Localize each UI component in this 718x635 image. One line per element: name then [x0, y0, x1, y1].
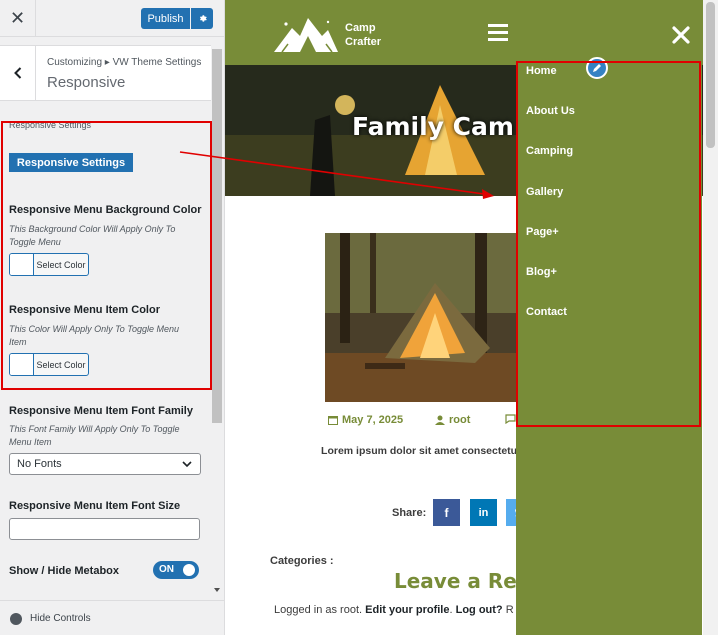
customizer-topbar: ✕ Publish: [0, 0, 224, 37]
toggle-knob: [183, 564, 195, 576]
close-icon: ✕: [9, 8, 26, 28]
close-customizer-button[interactable]: ✕: [0, 0, 36, 37]
menu-item-gallery[interactable]: Gallery: [526, 186, 563, 198]
font-size-input[interactable]: [9, 518, 200, 540]
font-family-selected-value: No Fonts: [17, 458, 62, 470]
color-swatch: [10, 354, 34, 375]
linkedin-icon: in: [478, 506, 489, 519]
edit-shortcut-button[interactable]: [586, 57, 608, 79]
facebook-share-button[interactable]: f: [433, 499, 460, 526]
sidebar-scrollbar[interactable]: [211, 45, 223, 600]
metabox-label: Show / Hide Metabox: [9, 565, 120, 577]
section-title: Responsive: [47, 74, 126, 91]
color-swatch: [10, 254, 34, 275]
collapse-icon[interactable]: [10, 613, 22, 625]
font-size-label: Responsive Menu Item Font Size: [9, 500, 181, 512]
close-menu-icon[interactable]: [672, 26, 690, 44]
section-header: Customizing ▸ VW Theme Settings Responsi…: [0, 45, 212, 101]
menu-item-camping[interactable]: Camping: [526, 145, 573, 157]
item-color-label: Responsive Menu Item Color: [9, 304, 160, 316]
chevron-down-icon: [182, 461, 192, 468]
publish-settings-button[interactable]: [191, 8, 213, 29]
post-comments[interactable]: [505, 414, 516, 424]
bg-color-label: Responsive Menu Background Color: [9, 204, 202, 216]
menu-item-about-us[interactable]: About Us: [526, 105, 575, 117]
toggle-state: ON: [159, 564, 174, 575]
post-date-text: May 7, 2025: [342, 414, 404, 426]
tent-photo: [325, 233, 517, 402]
categories-label: Categories :: [270, 555, 334, 567]
edit-profile-link[interactable]: Edit your profile: [365, 604, 449, 616]
customizer-sidebar: ✕ Publish Customizing ▸ VW Theme Setting…: [0, 0, 225, 635]
bg-color-picker-button[interactable]: Select Color: [9, 253, 89, 276]
menu-item-home[interactable]: Home: [526, 65, 557, 77]
font-family-select[interactable]: No Fonts: [9, 453, 201, 475]
facebook-icon: f: [444, 505, 449, 520]
hamburger-menu-icon[interactable]: [488, 24, 508, 41]
menu-item-blog[interactable]: Blog+: [526, 266, 557, 278]
breadcrumb: Customizing ▸ VW Theme Settings: [47, 57, 202, 68]
site-title[interactable]: Camp Crafter: [345, 21, 381, 49]
share-label: Share:: [392, 507, 427, 519]
preview-scrollbar[interactable]: [703, 0, 718, 635]
comment-icon: [505, 414, 516, 424]
group-label: Responsive Settings: [9, 120, 92, 130]
font-family-description: This Font Family Will Apply Only To Togg…: [9, 424, 180, 447]
post-author-text: root: [449, 414, 471, 426]
select-color-label: Select Color: [36, 359, 86, 370]
pencil-icon: [593, 64, 601, 72]
gear-icon: [199, 15, 207, 22]
site-title-line1: Camp: [345, 22, 376, 34]
publish-button[interactable]: Publish: [141, 8, 190, 29]
calendar-icon: [328, 416, 338, 425]
hero-title: Family Cam: [352, 112, 514, 141]
post-date[interactable]: May 7, 2025: [328, 414, 403, 426]
preview-scrollbar-thumb[interactable]: [706, 2, 715, 148]
menu-item-contact[interactable]: Contact: [526, 306, 567, 318]
font-family-label: Responsive Menu Item Font Family: [9, 405, 193, 417]
logged-in-notice: Logged in as root. Edit your profile. Lo…: [274, 604, 514, 616]
hide-controls-button[interactable]: Hide Controls: [30, 613, 91, 624]
back-button[interactable]: [0, 46, 36, 100]
user-icon: [435, 415, 445, 425]
item-color-description: This Color Will Apply Only To Toggle Men…: [9, 324, 179, 347]
camp-logo-icon[interactable]: [272, 14, 340, 54]
customizer-footer: Hide Controls: [0, 600, 224, 635]
responsive-settings-heading-button: Responsive Settings: [9, 153, 133, 172]
post-author[interactable]: root: [435, 414, 470, 426]
post-featured-image[interactable]: [325, 233, 517, 402]
linkedin-share-button[interactable]: in: [470, 499, 497, 526]
logged-in-suffix: R: [505, 604, 514, 616]
bg-color-description: This Background Color Will Apply Only To…: [9, 224, 176, 247]
mobile-menu-panel: Home About Us Camping Gallery Page+ Blog…: [516, 0, 702, 635]
select-color-label: Select Color: [36, 259, 86, 270]
metabox-toggle[interactable]: ON: [153, 561, 199, 579]
item-color-picker-button[interactable]: Select Color: [9, 353, 89, 376]
logged-in-text: Logged in as root.: [274, 604, 363, 616]
scrollbar-thumb[interactable]: [212, 49, 222, 423]
chevron-left-icon: [13, 67, 21, 79]
scroll-down-arrow-icon[interactable]: [214, 588, 220, 592]
log-out-link[interactable]: Log out?: [456, 604, 503, 616]
leave-reply-heading: Leave a Rep: [394, 569, 532, 593]
site-title-line2: Crafter: [345, 36, 382, 48]
menu-item-page[interactable]: Page+: [526, 226, 559, 238]
